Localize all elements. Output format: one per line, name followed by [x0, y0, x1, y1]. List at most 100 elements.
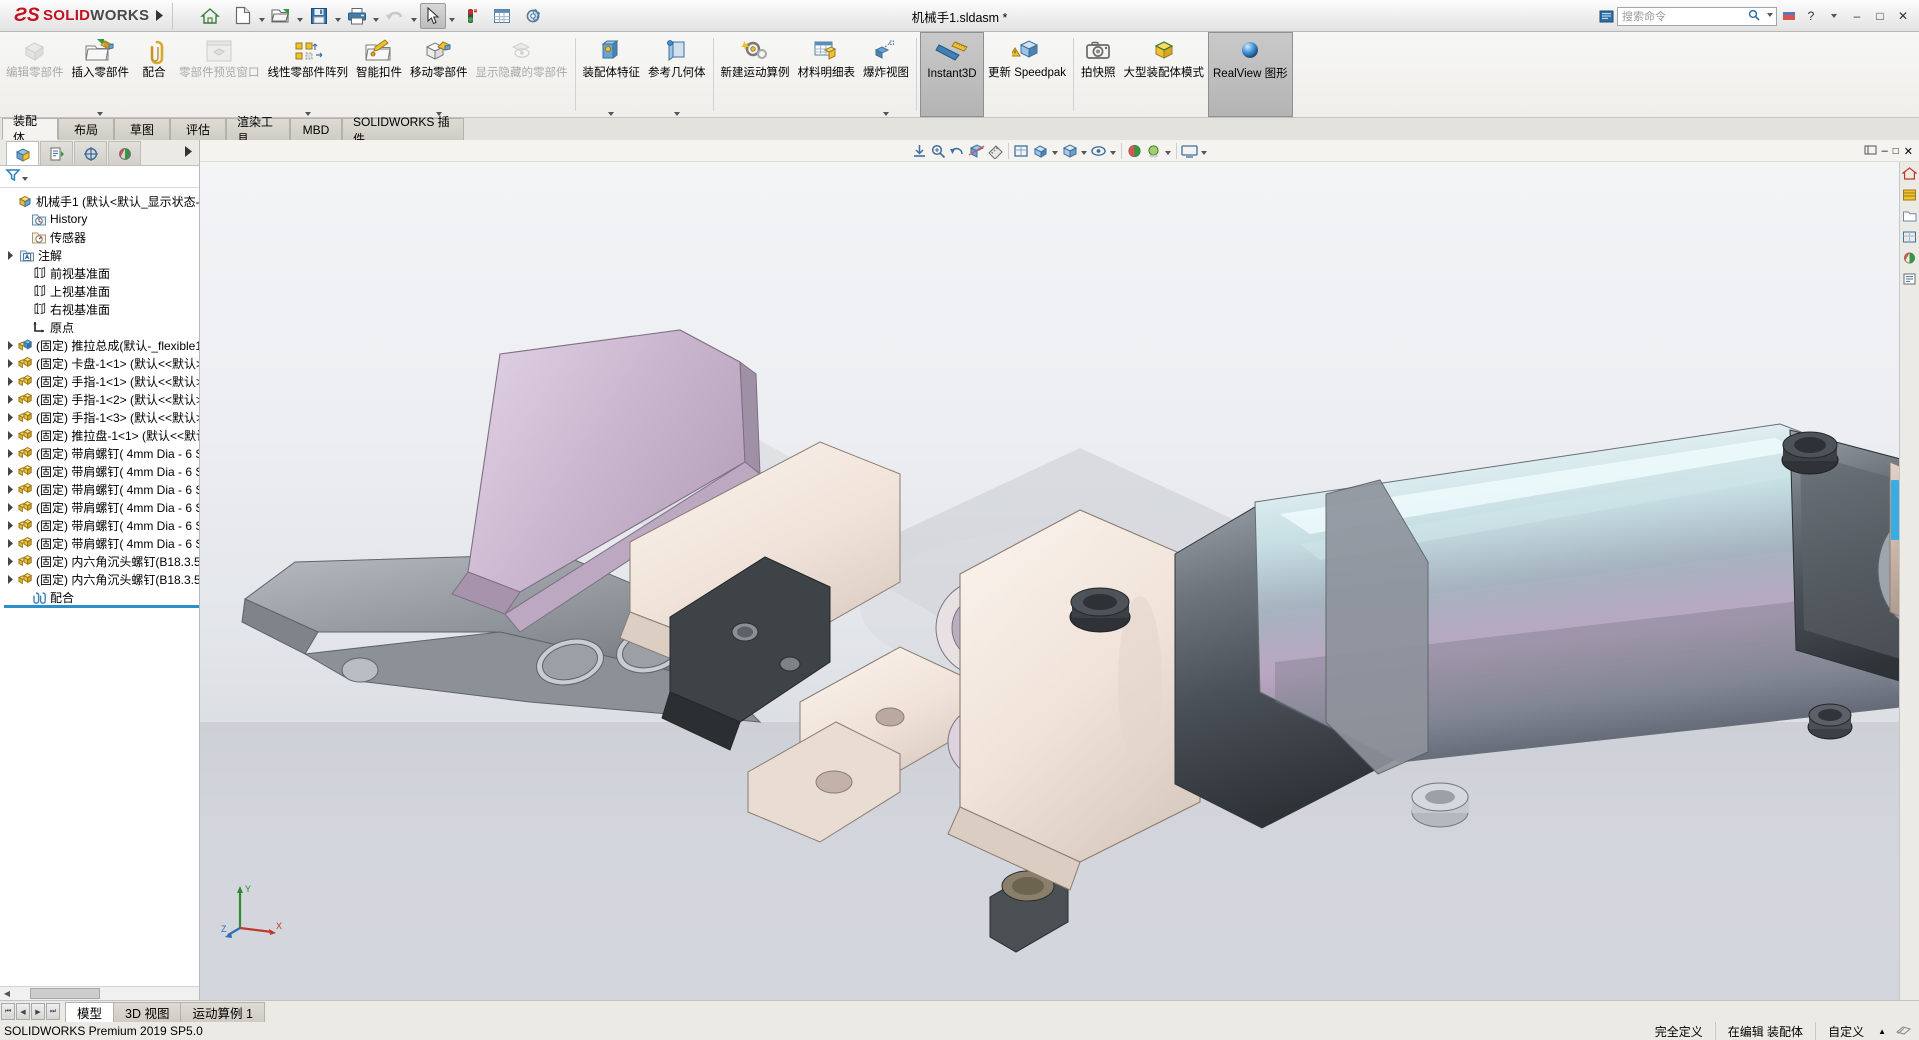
feature-manager-expand-arrow[interactable]: [184, 146, 193, 165]
tree-item-right-plane[interactable]: 右视基准面: [4, 300, 199, 318]
select-cursor-icon[interactable]: [420, 2, 446, 29]
open-dropdown[interactable]: [294, 3, 306, 29]
ribbon-edit-component[interactable]: 编辑零部件: [2, 32, 68, 117]
filter-dropdown-caret[interactable]: [22, 177, 28, 181]
ribbon-move-component[interactable]: 移动零部件: [406, 32, 472, 117]
home-task-pane-icon[interactable]: [1901, 165, 1919, 183]
expand-arrow[interactable]: [4, 412, 16, 422]
tree-item-part-socket-screw-1[interactable]: (固定) 内六角沉头螺钉(B18.3.5M -: [4, 552, 199, 570]
ribbon-large-assembly-mode[interactable]: 大型装配体模式: [1120, 32, 1209, 117]
tree-item-part-shoulder-screw-2[interactable]: (固定) 带肩螺钉( 4mm Dia - 6 Sh: [4, 462, 199, 480]
tree-item-part-kapan[interactable]: (固定) 卡盘-1<1> (默认<<默认>_: [4, 354, 199, 372]
tree-item-part-shoulder-screw-6[interactable]: (固定) 带肩螺钉( 4mm Dia - 6 Sh: [4, 534, 199, 552]
graphics-vertical-scrollbar-thumb[interactable]: [1891, 480, 1899, 540]
tree-item-part-shoulder-screw-4[interactable]: (固定) 带肩螺钉( 4mm Dia - 6 Sh: [4, 498, 199, 516]
expand-arrow[interactable]: [4, 376, 16, 386]
display-style-dropdown[interactable]: [1079, 141, 1089, 160]
expand-arrow[interactable]: [4, 430, 16, 440]
nav-last-button[interactable]: ⏭: [46, 1003, 60, 1020]
tree-item-front-plane[interactable]: 前视基准面: [4, 264, 199, 282]
maximize-window-icon[interactable]: □: [1893, 146, 1899, 157]
design-library-icon[interactable]: [1901, 186, 1919, 204]
tree-item-part-finger-1[interactable]: (固定) 手指-1<1> (默认<<默认>_: [4, 372, 199, 390]
nav-next-button[interactable]: ▶: [31, 1003, 45, 1020]
previous-view-icon[interactable]: [948, 141, 967, 160]
measure-icon[interactable]: [986, 141, 1005, 160]
tree-item-sensors[interactable]: 传感器: [4, 228, 199, 246]
new-doc-dropdown[interactable]: [256, 3, 268, 29]
feature-tree-filter[interactable]: [0, 166, 199, 188]
ribbon-update-speedpak[interactable]: 更新 Speedpak: [984, 32, 1070, 117]
search-scope-icon[interactable]: [1599, 9, 1614, 24]
display-style-icon[interactable]: [1060, 141, 1079, 160]
ribbon-dropdown[interactable]: [304, 112, 311, 116]
tree-item-part-finger-2[interactable]: (固定) 手指-1<2> (默认<<默认>_: [4, 390, 199, 408]
tab-assembly[interactable]: 装配体: [2, 114, 58, 145]
status-collapse-caret[interactable]: ▲: [1876, 1027, 1896, 1036]
tab-render-tools[interactable]: 渲染工具: [226, 115, 290, 146]
ribbon-reference-geometry[interactable]: 参考几何体: [644, 32, 710, 117]
search-icon[interactable]: [1748, 9, 1760, 24]
feature-tree-horizontal-scrollbar[interactable]: ◀: [0, 986, 199, 1000]
tree-item-part-shoulder-screw-3[interactable]: (固定) 带肩螺钉( 4mm Dia - 6 Sh: [4, 480, 199, 498]
file-explorer-icon[interactable]: [1901, 207, 1919, 225]
expand-arrow[interactable]: [4, 466, 16, 476]
graphics-viewport[interactable]: Y X Z: [200, 162, 1911, 1000]
appearances-scenes-icon[interactable]: [1901, 249, 1919, 267]
feature-tree-tab[interactable]: [6, 141, 39, 165]
tree-item-top-plane[interactable]: 上视基准面: [4, 282, 199, 300]
tab-evaluate[interactable]: 评估: [170, 118, 226, 140]
flag-icon[interactable]: [1780, 9, 1798, 23]
tree-item-history[interactable]: History: [4, 210, 199, 228]
view-orientation-dropdown[interactable]: [1050, 141, 1060, 160]
bottom-tab-model[interactable]: 模型: [65, 1001, 115, 1022]
ribbon-insert-component[interactable]: 插入零部件: [68, 32, 134, 117]
scroll-left-arrow[interactable]: ◀: [0, 988, 14, 1000]
ribbon-dropdown[interactable]: [673, 112, 680, 116]
expand-arrow[interactable]: [4, 502, 16, 512]
expand-arrow[interactable]: [4, 484, 16, 494]
print-icon[interactable]: [344, 3, 370, 29]
apply-scene-dropdown[interactable]: [1163, 141, 1173, 160]
options-table-icon[interactable]: [489, 3, 515, 29]
tree-item-mates[interactable]: 配合: [4, 588, 199, 608]
ribbon-show-hidden-components[interactable]: 显示隐藏的零部件: [472, 32, 572, 117]
zoom-to-fit-icon[interactable]: [910, 141, 929, 160]
ribbon-dropdown[interactable]: [608, 112, 615, 116]
open-folder-icon[interactable]: [268, 3, 294, 29]
ribbon-dropdown[interactable]: [97, 112, 104, 116]
home-icon[interactable]: [197, 3, 223, 29]
maximize-button[interactable]: □: [1870, 5, 1890, 27]
tree-item-part-push-plate[interactable]: (固定) 推拉盘-1<1> (默认<<默认>: [4, 426, 199, 444]
tree-item-part-shoulder-screw-1[interactable]: (固定) 带肩螺钉( 4mm Dia - 6 Sh: [4, 444, 199, 462]
configuration-manager-tab[interactable]: [74, 141, 107, 165]
expand-arrow[interactable]: [4, 574, 16, 584]
ribbon-mate[interactable]: 配合: [133, 32, 175, 117]
new-doc-icon[interactable]: [230, 3, 256, 29]
expand-arrow[interactable]: [4, 556, 16, 566]
tree-item-part-finger-3[interactable]: (固定) 手指-1<3> (默认<<默认>_: [4, 408, 199, 426]
tab-layout[interactable]: 布局: [58, 118, 114, 140]
property-manager-tab[interactable]: [40, 141, 73, 165]
undo-dropdown[interactable]: [408, 3, 420, 29]
nav-prev-button[interactable]: ◀: [16, 1003, 30, 1020]
view-palette-icon[interactable]: [1901, 228, 1919, 246]
save-icon[interactable]: [306, 3, 332, 29]
bottom-tab-motion-study[interactable]: 运动算例 1: [180, 1001, 265, 1022]
hide-show-dropdown[interactable]: [1108, 141, 1118, 160]
display-manager-tab[interactable]: [108, 141, 141, 165]
tab-mbd[interactable]: MBD: [290, 118, 342, 140]
status-custom-view[interactable]: 自定义: [1815, 1022, 1876, 1040]
tab-solidworks-addins[interactable]: SOLIDWORKS 插件: [342, 115, 464, 146]
search-input[interactable]: 搜索命令: [1617, 6, 1777, 26]
expand-arrow[interactable]: [4, 448, 16, 458]
undo-icon[interactable]: [382, 3, 408, 29]
help-dropdown-icon[interactable]: [1824, 5, 1844, 27]
tab-sketch[interactable]: 草图: [114, 118, 170, 140]
ribbon-smart-fastener[interactable]: 智能扣件: [352, 32, 406, 117]
tree-item-root[interactable]: 机械手1 (默认<默认_显示状态-1>): [4, 192, 199, 210]
ribbon-dropdown[interactable]: [883, 112, 889, 116]
apply-scene-icon[interactable]: [1144, 141, 1163, 160]
custom-properties-icon[interactable]: [1901, 270, 1919, 288]
view-settings-icon[interactable]: [1180, 141, 1199, 160]
